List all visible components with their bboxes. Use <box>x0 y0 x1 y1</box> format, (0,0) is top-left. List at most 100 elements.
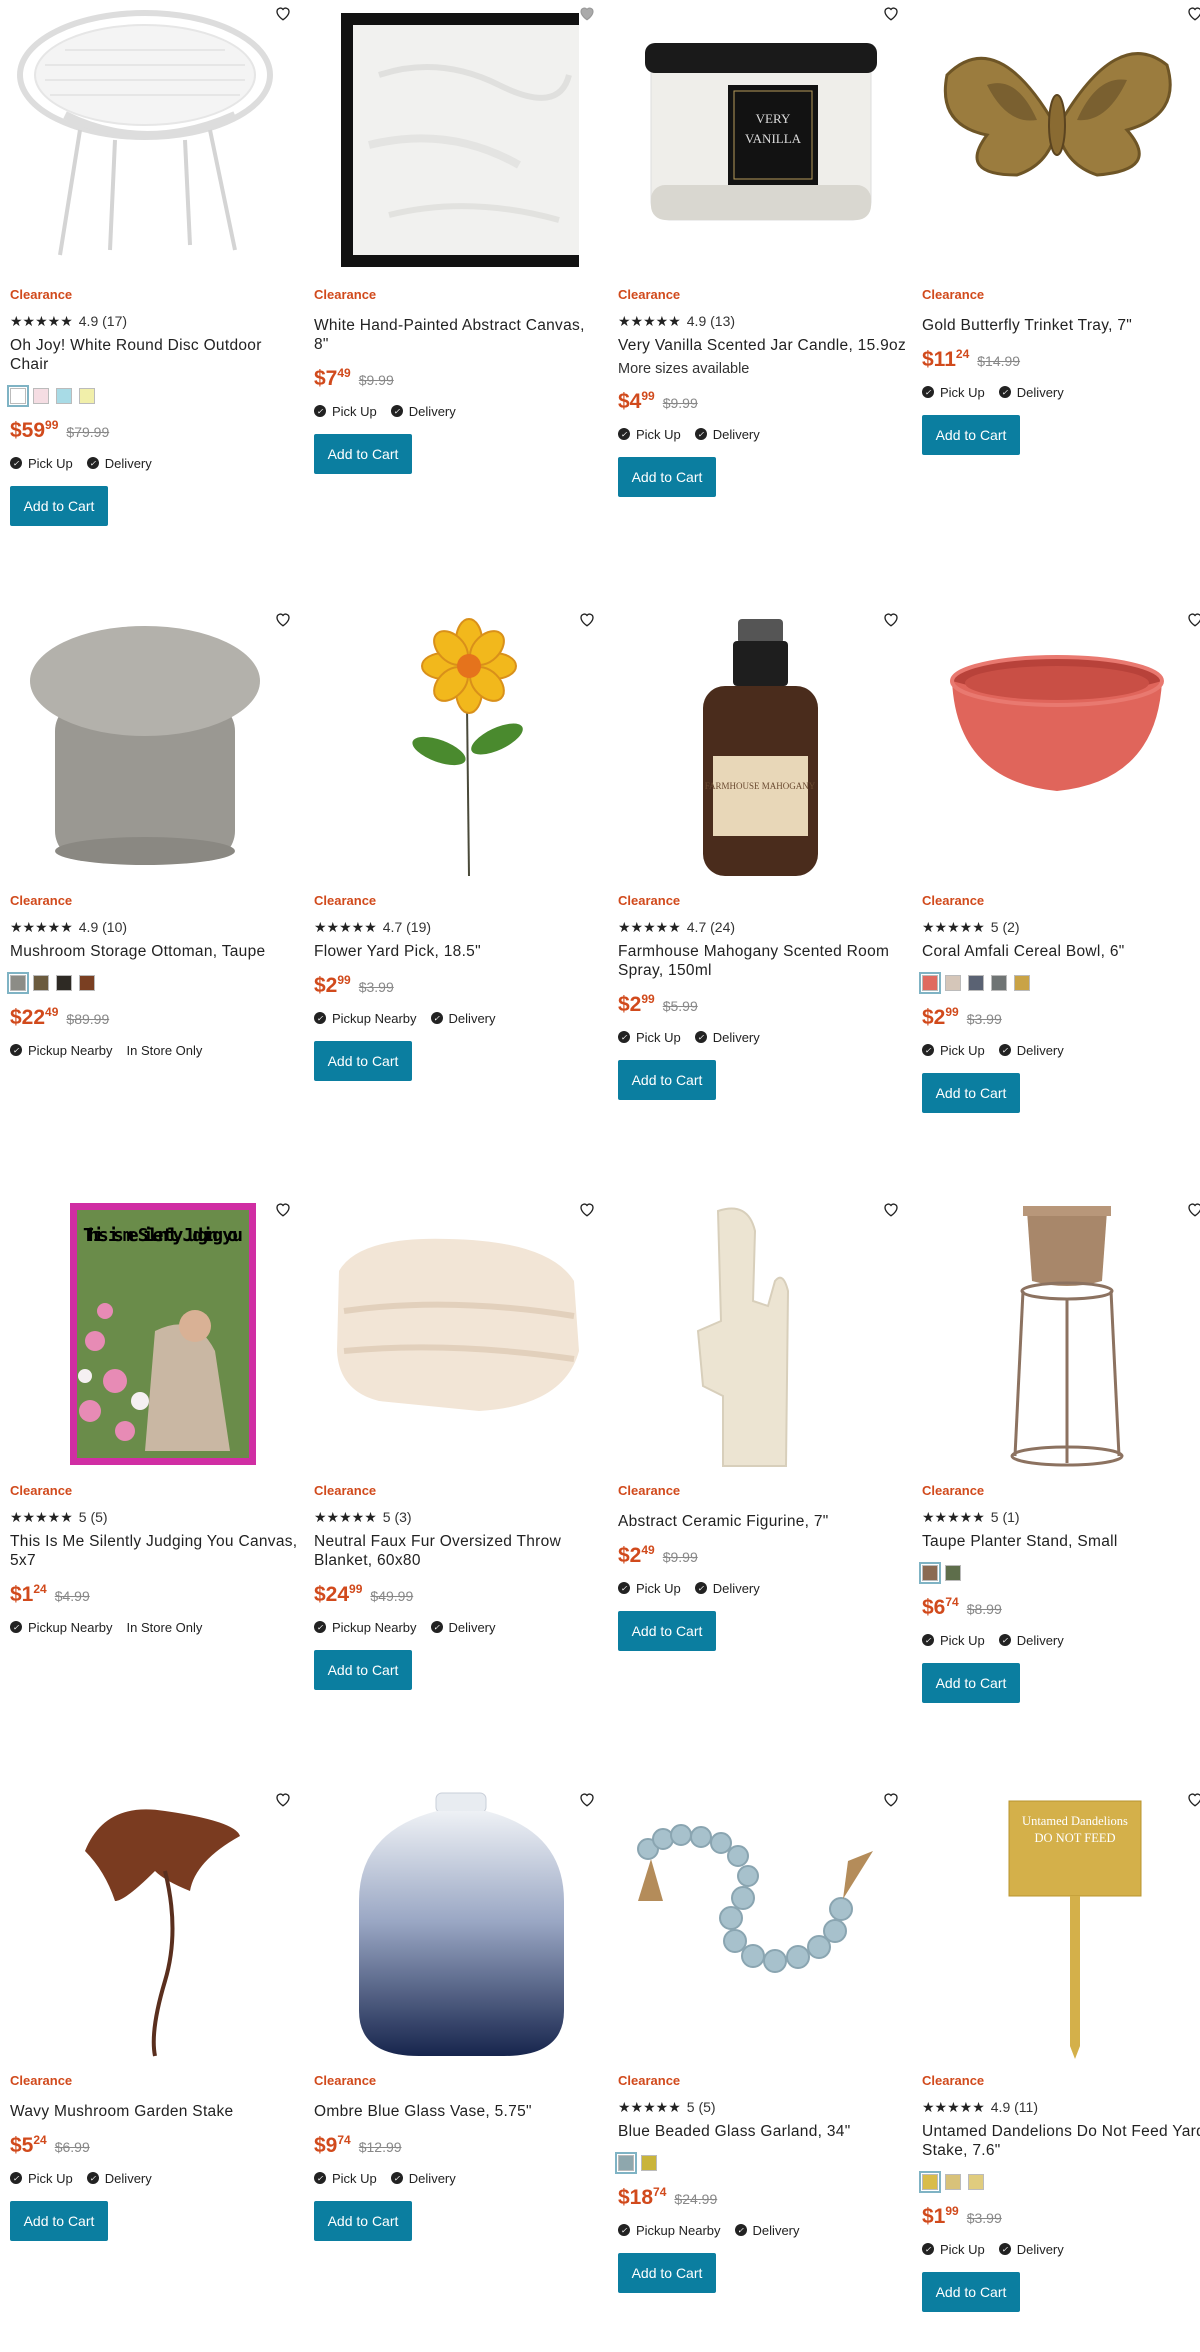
color-swatch[interactable] <box>968 2174 984 2190</box>
product-image[interactable] <box>0 606 290 886</box>
product-title[interactable]: Neutral Faux Fur Oversized Throw Blanket… <box>314 1532 602 1570</box>
product-title[interactable]: Mushroom Storage Ottoman, Taupe <box>10 942 298 961</box>
color-swatch[interactable] <box>968 975 984 991</box>
add-to-cart-button[interactable]: Add to Cart <box>922 1663 1020 1703</box>
product-title[interactable]: White Hand-Painted Abstract Canvas, 8" <box>314 316 602 354</box>
product-title[interactable]: Abstract Ceramic Figurine, 7" <box>618 1512 906 1531</box>
color-swatch[interactable] <box>641 2155 657 2171</box>
sale-price-dollars: $2 <box>618 1544 642 1567</box>
color-swatch[interactable] <box>79 388 95 404</box>
favorite-heart-icon[interactable] <box>878 1196 904 1222</box>
color-swatch[interactable] <box>919 1562 941 1584</box>
favorite-heart-icon[interactable] <box>270 606 296 632</box>
rating-count: 4.9 (17) <box>78 313 128 329</box>
clearance-badge: Clearance <box>10 2073 73 2088</box>
sale-price: $5999 <box>10 418 58 443</box>
check-icon: ✓ <box>694 428 707 440</box>
favorite-heart-icon[interactable] <box>878 0 904 26</box>
color-swatch[interactable] <box>33 975 49 991</box>
favorite-heart-icon[interactable] <box>574 1196 600 1222</box>
add-to-cart-button[interactable]: Add to Cart <box>314 2201 412 2241</box>
product-title[interactable]: Untamed Dandelions Do Not Feed Yard Stak… <box>922 2122 1200 2160</box>
fulfillment-option: ✓ Pick Up <box>618 1581 681 1596</box>
add-to-cart-button[interactable]: Add to Cart <box>922 1073 1020 1113</box>
favorite-heart-icon[interactable] <box>1182 1196 1200 1222</box>
product-title[interactable]: Wavy Mushroom Garden Stake <box>10 2102 298 2121</box>
add-to-cart-button[interactable]: Add to Cart <box>314 1041 412 1081</box>
product-title[interactable]: Farmhouse Mahogany Scented Room Spray, 1… <box>618 942 906 980</box>
favorite-heart-icon[interactable] <box>1182 1786 1200 1812</box>
product-image[interactable]: Untamed Dandelions DO NOT FEED <box>912 1786 1200 2066</box>
add-to-cart-button[interactable]: Add to Cart <box>618 1611 716 1651</box>
add-to-cart-button[interactable]: Add to Cart <box>314 434 412 474</box>
add-to-cart-button[interactable]: Add to Cart <box>922 2272 1020 2312</box>
color-swatch[interactable] <box>945 1565 961 1581</box>
more-sizes-text[interactable]: More sizes available <box>618 361 906 377</box>
color-swatch[interactable] <box>33 388 49 404</box>
favorite-heart-icon[interactable] <box>270 1196 296 1222</box>
product-image[interactable] <box>304 1786 594 2066</box>
favorite-heart-icon[interactable] <box>270 1786 296 1812</box>
product-title[interactable]: Blue Beaded Glass Garland, 34" <box>618 2122 906 2141</box>
favorite-heart-icon[interactable] <box>878 606 904 632</box>
product-title[interactable]: This Is Me Silently Judging You Canvas, … <box>10 1532 298 1570</box>
product-title[interactable]: Oh Joy! White Round Disc Outdoor Chair <box>10 336 298 374</box>
product-title[interactable]: Very Vanilla Scented Jar Candle, 15.9oz <box>618 336 906 355</box>
fulfillment-options: ✓ Pickup Nearby ✓ Delivery <box>314 1009 602 1027</box>
color-swatch[interactable] <box>945 2174 961 2190</box>
product-image[interactable] <box>608 1196 898 1476</box>
product-image[interactable] <box>912 606 1200 886</box>
check-icon: ✓ <box>86 2172 99 2184</box>
product-image[interactable] <box>304 1196 594 1476</box>
favorite-heart-icon[interactable] <box>574 0 600 26</box>
add-to-cart-button[interactable]: Add to Cart <box>10 486 108 526</box>
favorite-heart-icon[interactable] <box>1182 606 1200 632</box>
product-image[interactable] <box>608 1786 898 2066</box>
color-swatch[interactable] <box>945 975 961 991</box>
color-swatch[interactable] <box>919 972 941 994</box>
product-image[interactable] <box>304 606 594 886</box>
check-icon: ✓ <box>86 457 99 469</box>
product-title[interactable]: Coral Amfali Cereal Bowl, 6" <box>922 942 1200 961</box>
favorite-heart-icon[interactable] <box>574 1786 600 1812</box>
product-title[interactable]: Ombre Blue Glass Vase, 5.75" <box>314 2102 602 2121</box>
favorite-heart-icon[interactable] <box>1182 0 1200 26</box>
color-swatch[interactable] <box>56 388 72 404</box>
color-swatch[interactable] <box>1014 975 1030 991</box>
color-swatch[interactable] <box>56 975 72 991</box>
add-to-cart-button[interactable]: Add to Cart <box>618 457 716 497</box>
add-to-cart-button[interactable]: Add to Cart <box>10 2201 108 2241</box>
product-image[interactable] <box>0 0 290 280</box>
favorite-heart-icon[interactable] <box>878 1786 904 1812</box>
color-swatch[interactable] <box>919 2171 941 2193</box>
fulfillment-option: ✓ Pick Up <box>10 2171 73 2186</box>
product-title[interactable]: Taupe Planter Stand, Small <box>922 1532 1200 1551</box>
add-to-cart-button[interactable]: Add to Cart <box>922 415 1020 455</box>
rating: ★★★★★ 4.9 (13) <box>618 312 906 330</box>
rating-count: 5 (1) <box>990 1509 1020 1525</box>
product-image[interactable]: This is me Silently Judging you <box>0 1196 290 1476</box>
product-image[interactable] <box>912 0 1200 280</box>
color-swatch[interactable] <box>7 385 29 407</box>
color-swatch[interactable] <box>7 972 29 994</box>
flower-pick-image <box>412 618 523 877</box>
cereal-bowl-image <box>950 655 1164 791</box>
favorite-heart-icon[interactable] <box>270 0 296 26</box>
sale-price-dollars: $22 <box>10 1006 46 1029</box>
product-title[interactable]: Gold Butterfly Trinket Tray, 7" <box>922 316 1200 335</box>
product-image[interactable]: FARMHOUSE MAHOGANY <box>608 606 898 886</box>
favorite-heart-icon[interactable] <box>574 606 600 632</box>
add-to-cart-button[interactable]: Add to Cart <box>314 1650 412 1690</box>
sale-price-cents: 99 <box>349 1582 363 1596</box>
color-swatch[interactable] <box>615 2152 637 2174</box>
product-image[interactable] <box>912 1196 1200 1476</box>
judging-canvas-image: This is me Silently Judging you <box>70 1203 256 1465</box>
product-image[interactable]: VERY VANILLA <box>608 0 898 280</box>
add-to-cart-button[interactable]: Add to Cart <box>618 1060 716 1100</box>
add-to-cart-button[interactable]: Add to Cart <box>618 2253 716 2293</box>
product-image[interactable] <box>304 0 594 280</box>
product-image[interactable] <box>0 1786 290 2066</box>
product-title[interactable]: Flower Yard Pick, 18.5" <box>314 942 602 961</box>
color-swatch[interactable] <box>991 975 1007 991</box>
color-swatch[interactable] <box>79 975 95 991</box>
